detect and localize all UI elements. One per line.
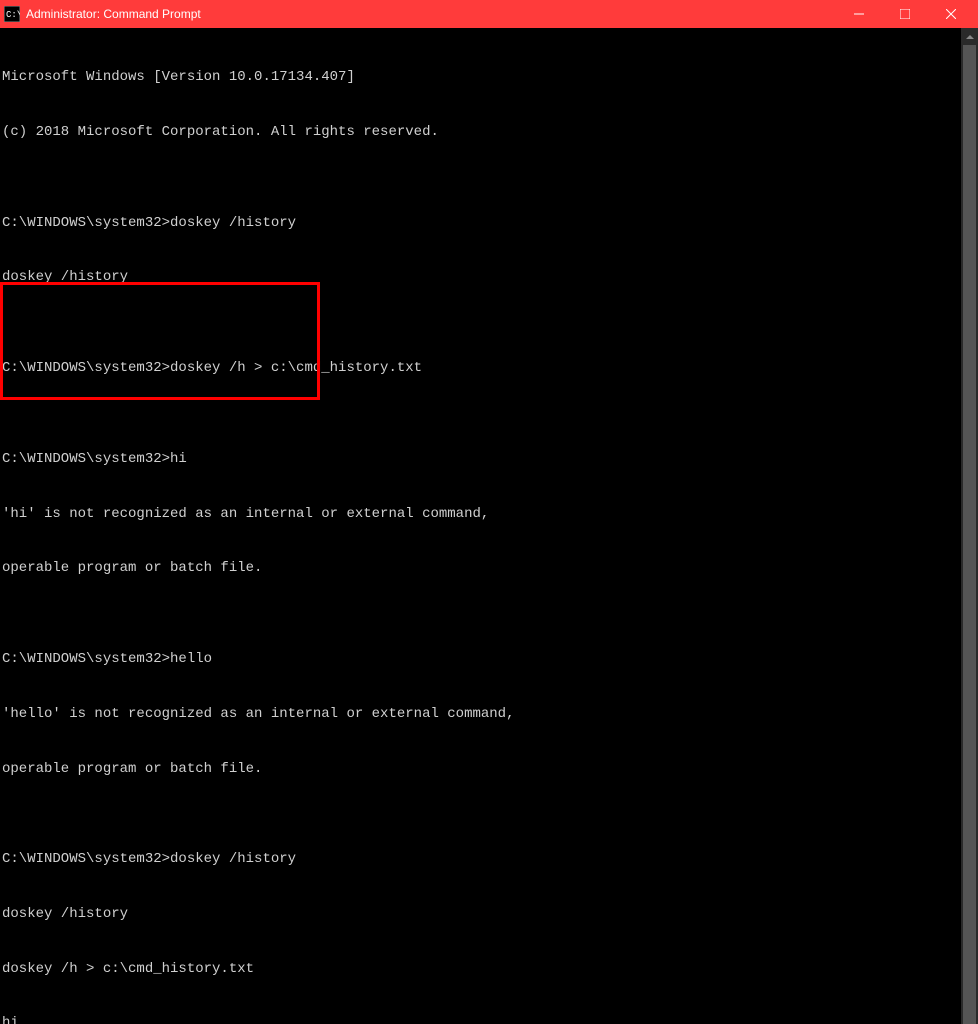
terminal-output[interactable]: Microsoft Windows [Version 10.0.17134.40… bbox=[0, 28, 961, 1024]
terminal-line: Microsoft Windows [Version 10.0.17134.40… bbox=[2, 68, 961, 86]
command-prompt-window: C:\ Administrator: Command Prompt Micros… bbox=[0, 0, 978, 512]
vertical-scrollbar[interactable] bbox=[961, 28, 978, 1024]
cmd-icon: C:\ bbox=[4, 6, 20, 22]
svg-text:C:\: C:\ bbox=[6, 10, 20, 20]
terminal-wrapper: Microsoft Windows [Version 10.0.17134.40… bbox=[0, 28, 978, 1024]
terminal-line: C:\WINDOWS\system32>doskey /history bbox=[2, 214, 961, 232]
terminal-line: doskey /h > c:\cmd_history.txt bbox=[2, 960, 961, 978]
terminal-line: 'hello' is not recognized as an internal… bbox=[2, 705, 961, 723]
terminal-line: doskey /history bbox=[2, 268, 961, 286]
minimize-button[interactable] bbox=[836, 0, 882, 28]
terminal-line: doskey /history bbox=[2, 905, 961, 923]
terminal-line: operable program or batch file. bbox=[2, 760, 961, 778]
terminal-line: (c) 2018 Microsoft Corporation. All righ… bbox=[2, 123, 961, 141]
terminal-line: operable program or batch file. bbox=[2, 559, 961, 577]
terminal-line: C:\WINDOWS\system32>hi bbox=[2, 450, 961, 468]
window-title: Administrator: Command Prompt bbox=[26, 7, 836, 21]
scrollbar-track[interactable] bbox=[961, 45, 978, 1024]
terminal-line: C:\WINDOWS\system32>hello bbox=[2, 650, 961, 668]
scrollbar-thumb[interactable] bbox=[963, 45, 976, 1024]
titlebar[interactable]: C:\ Administrator: Command Prompt bbox=[0, 0, 978, 28]
close-button[interactable] bbox=[928, 0, 974, 28]
window-controls bbox=[836, 0, 974, 28]
terminal-line: C:\WINDOWS\system32>doskey /h > c:\cmd_h… bbox=[2, 359, 961, 377]
terminal-line: C:\WINDOWS\system32>doskey /history bbox=[2, 850, 961, 868]
scrollbar-up-arrow-icon[interactable] bbox=[961, 28, 978, 45]
terminal-line: hi bbox=[2, 1014, 961, 1024]
terminal-line: 'hi' is not recognized as an internal or… bbox=[2, 505, 961, 523]
highlight-annotation bbox=[0, 282, 320, 400]
maximize-button[interactable] bbox=[882, 0, 928, 28]
